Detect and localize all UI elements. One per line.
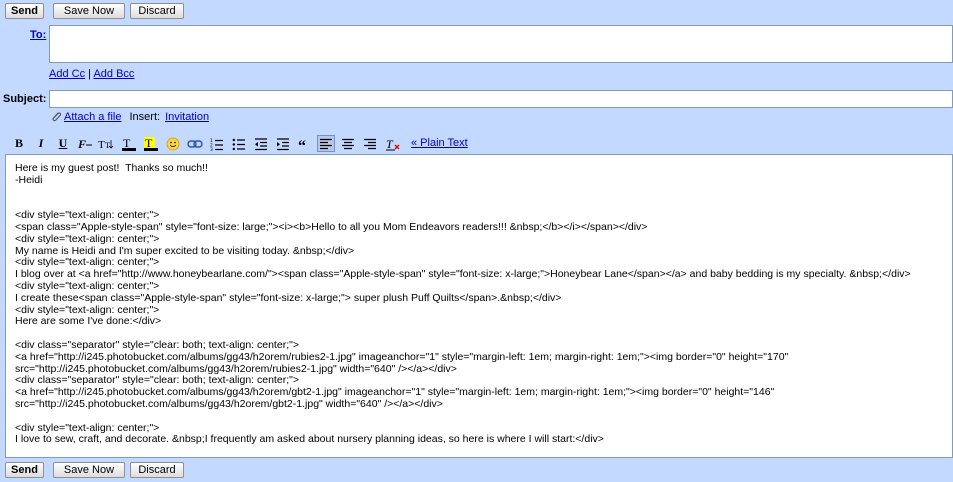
cc-separator: | (88, 68, 91, 80)
body-line: <div class="separator" style="clear: bot… (15, 338, 299, 351)
subject-field[interactable] (49, 90, 953, 108)
paperclip-icon (50, 111, 62, 123)
invitation-link[interactable]: Invitation (165, 111, 209, 123)
to-field[interactable] (49, 25, 953, 63)
numbered-list-icon[interactable]: 123 (208, 135, 226, 152)
underline-button[interactable]: U (54, 135, 72, 152)
align-right-icon[interactable] (361, 135, 379, 152)
save-now-button-top[interactable]: Save Now (53, 3, 125, 19)
message-body-editor[interactable]: Here is my guest post! Thanks so much!! -… (5, 154, 953, 458)
add-cc-link[interactable]: Add Cc (49, 68, 85, 80)
highlight-color-icon[interactable]: T (142, 135, 160, 152)
quote-icon[interactable]: “ (296, 135, 314, 152)
text-color-icon[interactable]: T (120, 135, 138, 152)
attach-row: Attach a file Insert: Invitation (50, 111, 209, 123)
body-line: <div style="text-align: center;"> (15, 232, 160, 245)
indent-icon[interactable] (274, 135, 292, 152)
svg-text:“: “ (298, 138, 306, 150)
align-left-icon[interactable] (317, 135, 335, 152)
svg-text:T: T (145, 136, 153, 150)
to-label[interactable]: To: (30, 29, 46, 41)
discard-button-bottom[interactable]: Discard (130, 462, 184, 478)
save-now-button-bottom[interactable]: Save Now (53, 462, 125, 478)
body-line (15, 411, 952, 423)
svg-text:T: T (123, 136, 131, 150)
plain-text-link[interactable]: « Plain Text (411, 137, 468, 149)
body-line: Here are some I've done:</div> (15, 315, 162, 328)
link-icon[interactable] (186, 135, 204, 152)
cc-bcc-links: Add Cc | Add Bcc (49, 68, 134, 80)
body-line: I create these<span class="Apple-style-s… (15, 291, 562, 304)
remove-formatting-icon[interactable]: T (384, 135, 402, 152)
send-button-bottom[interactable]: Send (5, 462, 44, 478)
svg-text:T: T (386, 137, 394, 151)
formatting-toolbar: B I U F TT T T 123 “ T « Plain Text (0, 133, 953, 153)
bulleted-list-icon[interactable] (230, 135, 248, 152)
font-icon[interactable]: F (76, 135, 94, 152)
compose-window: Send Save Now Discard To: Add Cc | Add B… (0, 0, 953, 482)
align-center-icon[interactable] (339, 135, 357, 152)
discard-button-top[interactable]: Discard (130, 3, 184, 19)
svg-text:T: T (105, 141, 110, 150)
subject-label: Subject: (3, 93, 47, 105)
bold-button[interactable]: B (10, 135, 28, 152)
message-body-text: Here is my guest post! Thanks so much!! -… (6, 155, 952, 446)
body-line (15, 187, 952, 199)
body-line: -Heidi (15, 173, 43, 186)
emoticon-icon[interactable] (164, 135, 182, 152)
svg-text:T: T (98, 139, 105, 151)
svg-text:F: F (77, 137, 86, 151)
body-line: Here is my guest post! Thanks so much!! (15, 162, 208, 174)
outdent-icon[interactable] (252, 135, 270, 152)
body-line: I love to sew, craft, and decorate. &nbs… (15, 433, 604, 446)
body-line: <span class="Apple-style-span" style="fo… (15, 220, 648, 233)
body-line: src="http://i245.photobucket.com/albums/… (15, 397, 443, 410)
body-line: <a href="http://i245.photobucket.com/alb… (15, 350, 789, 363)
font-size-icon[interactable]: TT (98, 135, 116, 152)
body-line: <div style="text-align: center;"> (15, 279, 160, 292)
insert-label: Insert: (129, 111, 161, 123)
svg-text:3: 3 (210, 147, 213, 151)
add-bcc-link[interactable]: Add Bcc (93, 68, 134, 80)
italic-button[interactable]: I (32, 135, 50, 152)
attach-file-link[interactable]: Attach a file (64, 111, 121, 123)
send-button-top[interactable]: Send (5, 3, 44, 19)
